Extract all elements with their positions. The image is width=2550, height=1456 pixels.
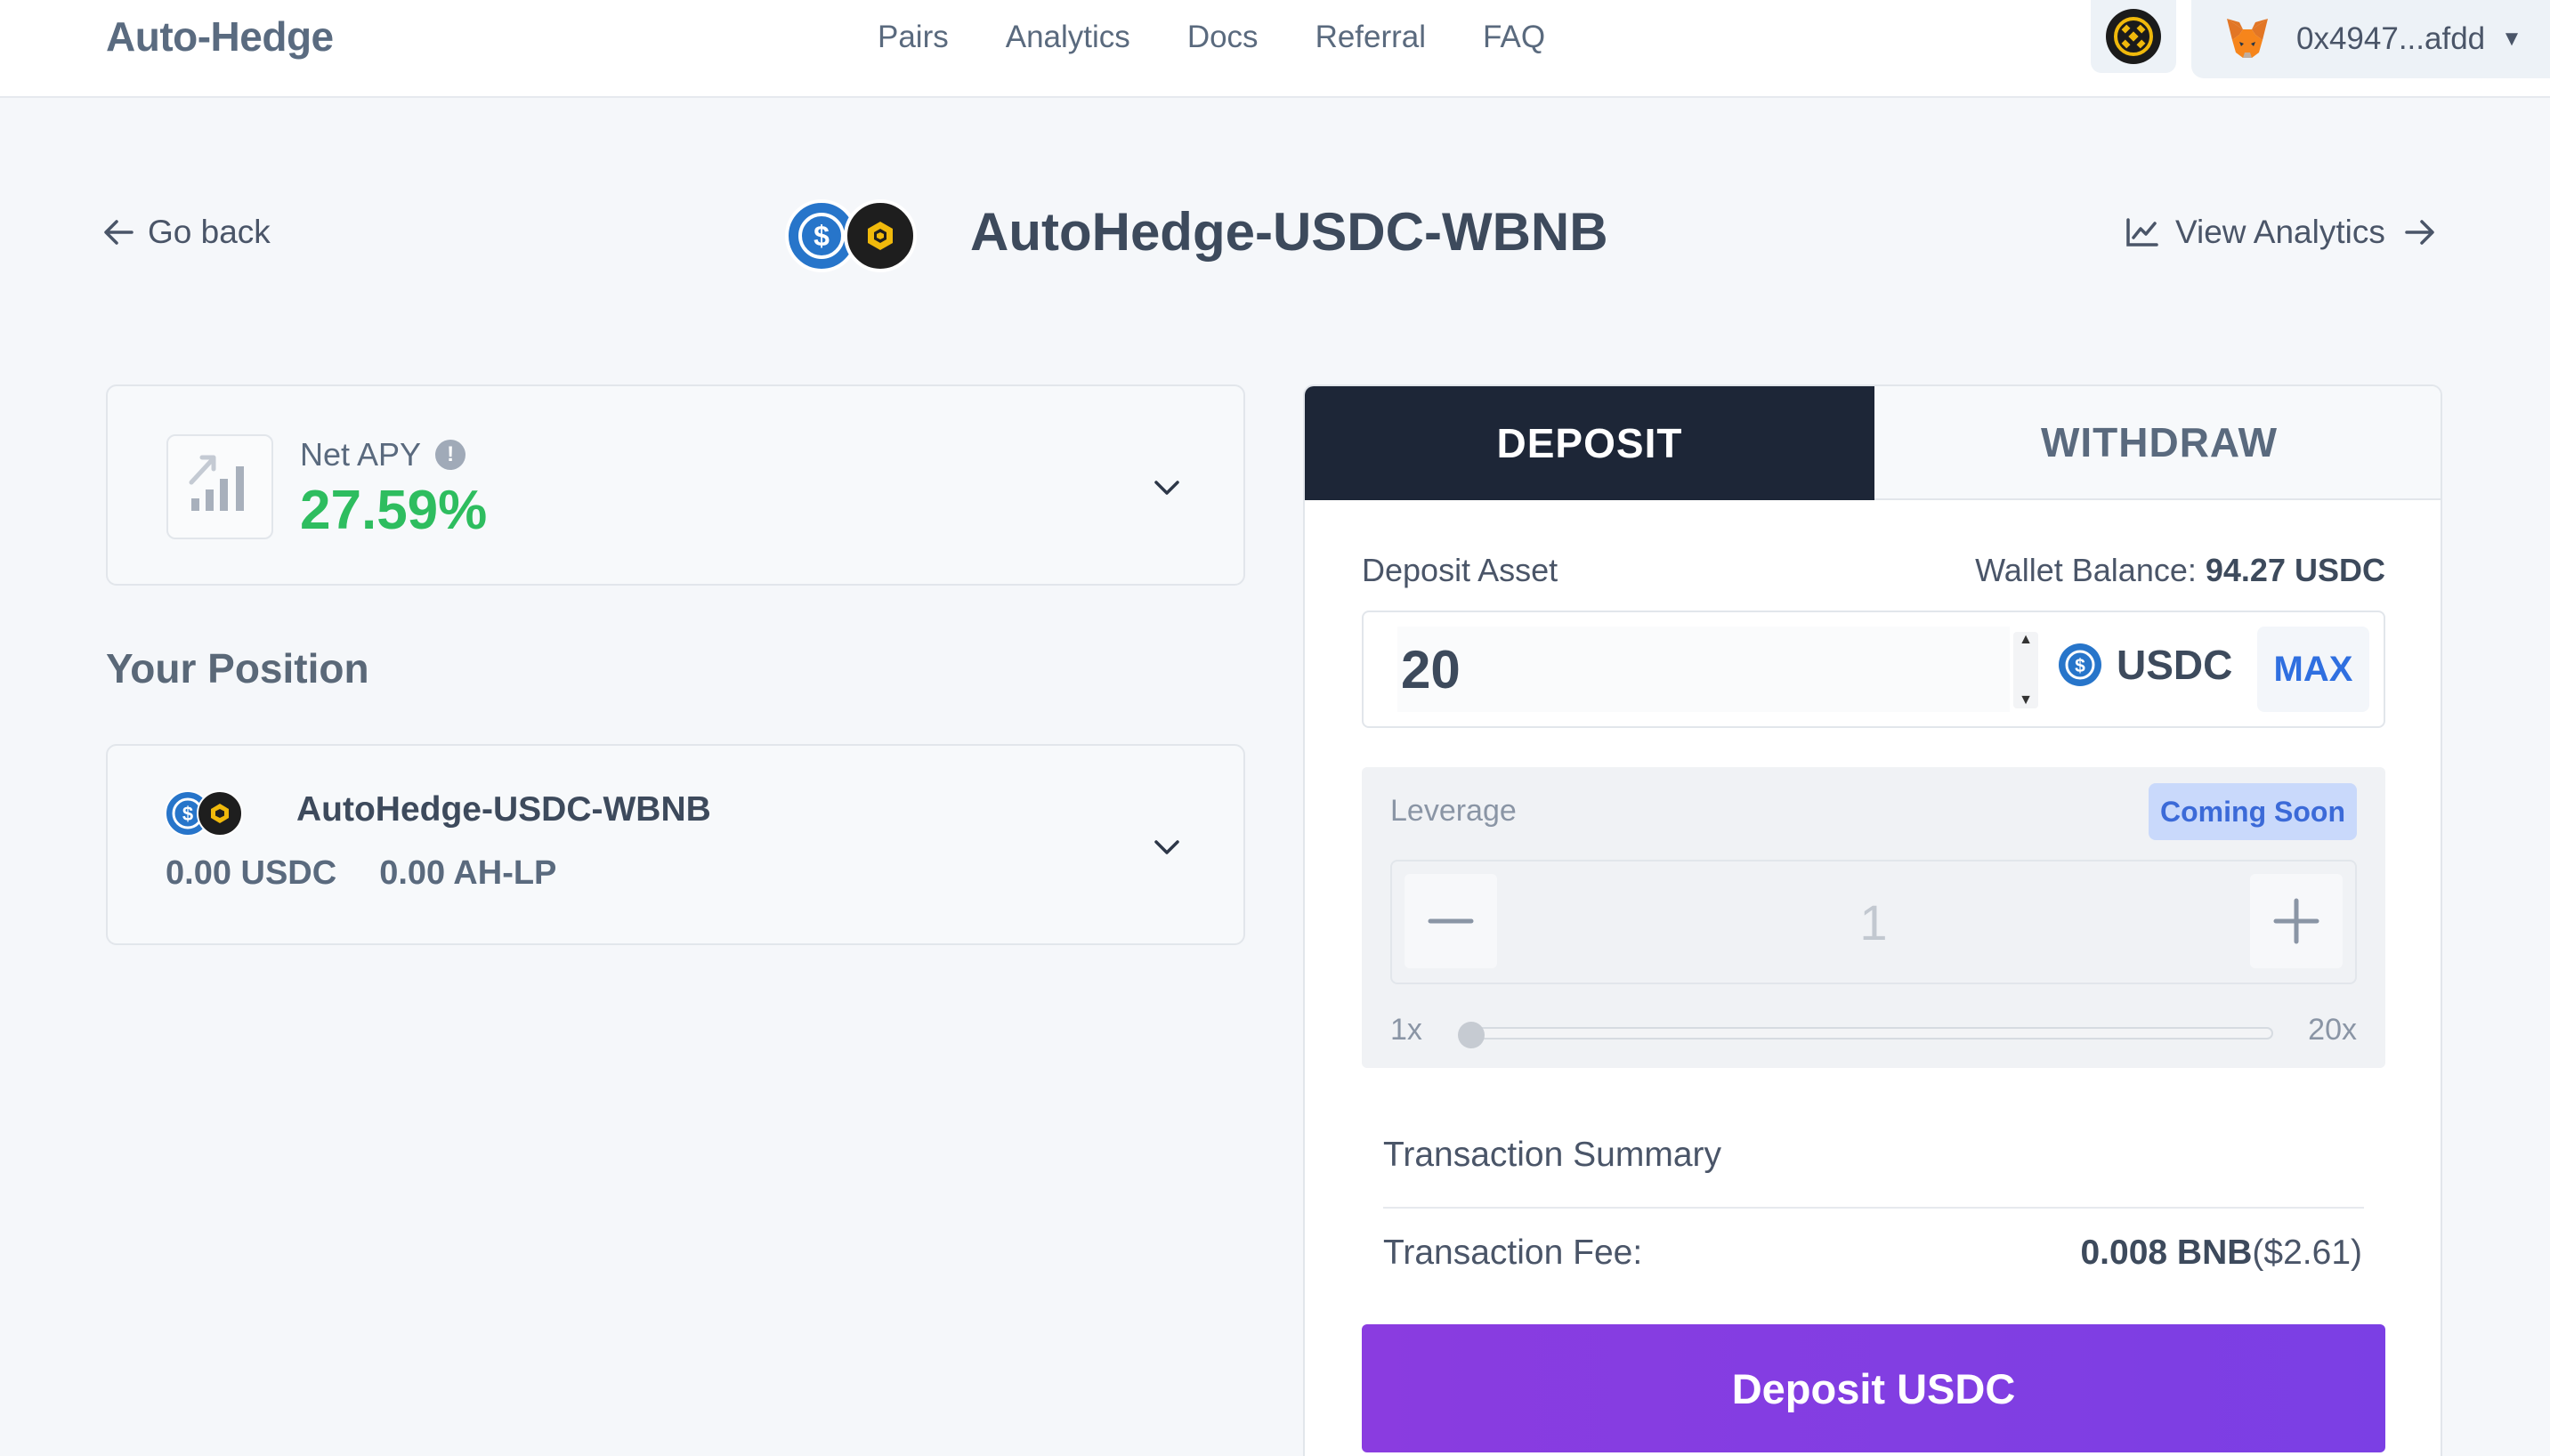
nav-pairs[interactable]: Pairs: [878, 20, 949, 55]
info-icon[interactable]: !: [435, 440, 466, 470]
fee-usd: ($2.61): [2252, 1234, 2362, 1272]
view-analytics-link[interactable]: View Analytics: [2125, 214, 2435, 251]
asset-display: $ USDC: [2058, 641, 2232, 689]
deposit-asset-label: Deposit Asset: [1362, 552, 1558, 588]
summary-divider: [1383, 1207, 2364, 1209]
deposit-button[interactable]: Deposit USDC: [1362, 1324, 2385, 1452]
transaction-summary-heading: Transaction Summary: [1383, 1136, 1722, 1174]
leverage-label: Leverage: [1390, 794, 1517, 828]
view-analytics-label: View Analytics: [2175, 214, 2385, 250]
coming-soon-badge: Coming Soon: [2149, 783, 2357, 840]
your-position-heading: Your Position: [106, 645, 369, 692]
net-apy-label: Net APY !: [300, 436, 466, 473]
position-pair-icons: $: [165, 790, 245, 837]
top-header: Auto-Hedge Pairs Analytics Docs Referral…: [0, 0, 2550, 98]
fee-amount: 0.008 BNB: [2080, 1234, 2253, 1272]
position-values: 0.00 USDC 0.00 AH-LP: [166, 854, 599, 893]
wallet-balance-label: Wallet Balance:: [1975, 552, 2197, 588]
wallet-button[interactable]: 0x4947...afdd ▼: [2191, 0, 2550, 78]
asset-symbol: USDC: [2117, 642, 2233, 688]
leverage-stepper: 1: [1390, 860, 2357, 984]
position-card[interactable]: $ AutoHedge-USDC-WBNB 0.00 USDC 0.00 AH-…: [106, 744, 1245, 945]
nav-docs[interactable]: Docs: [1187, 20, 1259, 55]
plus-icon: [2273, 898, 2319, 944]
position-usdc-amount: 0.00 USDC: [166, 854, 337, 892]
position-lp-amount: 0.00 AH-LP: [379, 854, 557, 892]
tab-withdraw[interactable]: WITHDRAW: [1874, 386, 2441, 500]
leverage-value: 1: [1859, 894, 1888, 950]
chevron-down-icon[interactable]: [1151, 472, 1183, 504]
net-apy-value: 27.59%: [300, 480, 488, 541]
bar-chart-icon: [166, 434, 273, 539]
deposit-withdraw-panel: DEPOSIT WITHDRAW Deposit Asset Wallet Ba…: [1303, 384, 2442, 1456]
arrow-right-icon: [2405, 220, 2434, 245]
app-logo[interactable]: Auto-Hedge: [106, 12, 334, 61]
nav-analytics[interactable]: Analytics: [1006, 20, 1130, 55]
nav-referral[interactable]: Referral: [1315, 20, 1426, 55]
chart-line-icon: [2126, 218, 2158, 247]
spin-down-icon[interactable]: ▼: [2019, 692, 2033, 708]
go-back-label: Go back: [148, 214, 271, 250]
page-title: AutoHedge-USDC-WBNB: [970, 202, 1608, 262]
wallet-balance: Wallet Balance: 94.27 USDC: [1975, 552, 2385, 589]
nav-faq[interactable]: FAQ: [1483, 20, 1545, 55]
metamask-fox-icon: [2227, 19, 2268, 58]
position-pair-name: AutoHedge-USDC-WBNB: [296, 790, 711, 829]
tab-deposit[interactable]: DEPOSIT: [1305, 386, 1874, 500]
network-selector-button[interactable]: [2091, 0, 2176, 73]
bnb-coin-icon: [844, 199, 917, 272]
main-nav: Pairs Analytics Docs Referral FAQ: [878, 20, 1602, 55]
transaction-fee-label: Transaction Fee:: [1383, 1234, 1643, 1272]
wallet-balance-value: 94.27 USDC: [2205, 552, 2385, 588]
arrow-left-icon: [104, 220, 134, 245]
svg-text:$: $: [814, 220, 830, 252]
go-back-link[interactable]: Go back: [103, 214, 271, 251]
leverage-slider-thumb[interactable]: [1458, 1022, 1485, 1048]
slider-max-label: 20x: [2308, 1013, 2357, 1047]
deposit-amount-input[interactable]: [1397, 627, 2010, 712]
leverage-slider-track[interactable]: [1467, 1027, 2273, 1039]
bnb-coin-icon: [197, 790, 243, 837]
spin-up-icon[interactable]: ▲: [2019, 632, 2033, 648]
bnb-chain-icon: [2106, 9, 2161, 64]
caret-down-icon: ▼: [2501, 27, 2522, 51]
slider-min-label: 1x: [1390, 1013, 1422, 1047]
svg-text:$: $: [182, 803, 193, 825]
amount-spinner[interactable]: ▲ ▼: [2013, 632, 2038, 708]
net-apy-card[interactable]: Net APY ! 27.59%: [106, 384, 1245, 586]
svg-text:$: $: [2075, 656, 2085, 676]
increment-button[interactable]: [2250, 874, 2343, 968]
wallet-address: 0x4947...afdd: [2296, 21, 2486, 56]
amount-field-container: ▲ ▼ $ USDC MAX: [1362, 611, 2385, 728]
chevron-down-icon[interactable]: [1151, 831, 1183, 863]
max-button[interactable]: MAX: [2257, 627, 2369, 712]
usdc-coin-icon: $: [2059, 643, 2101, 686]
leverage-section: Leverage Coming Soon 1 1x 20x: [1362, 767, 2385, 1068]
pair-icons: $: [785, 199, 919, 272]
net-apy-label-text: Net APY: [300, 436, 422, 473]
panel-tabs: DEPOSIT WITHDRAW: [1305, 386, 2441, 500]
transaction-fee-value: 0.008 BNB($2.61): [2080, 1234, 2362, 1273]
